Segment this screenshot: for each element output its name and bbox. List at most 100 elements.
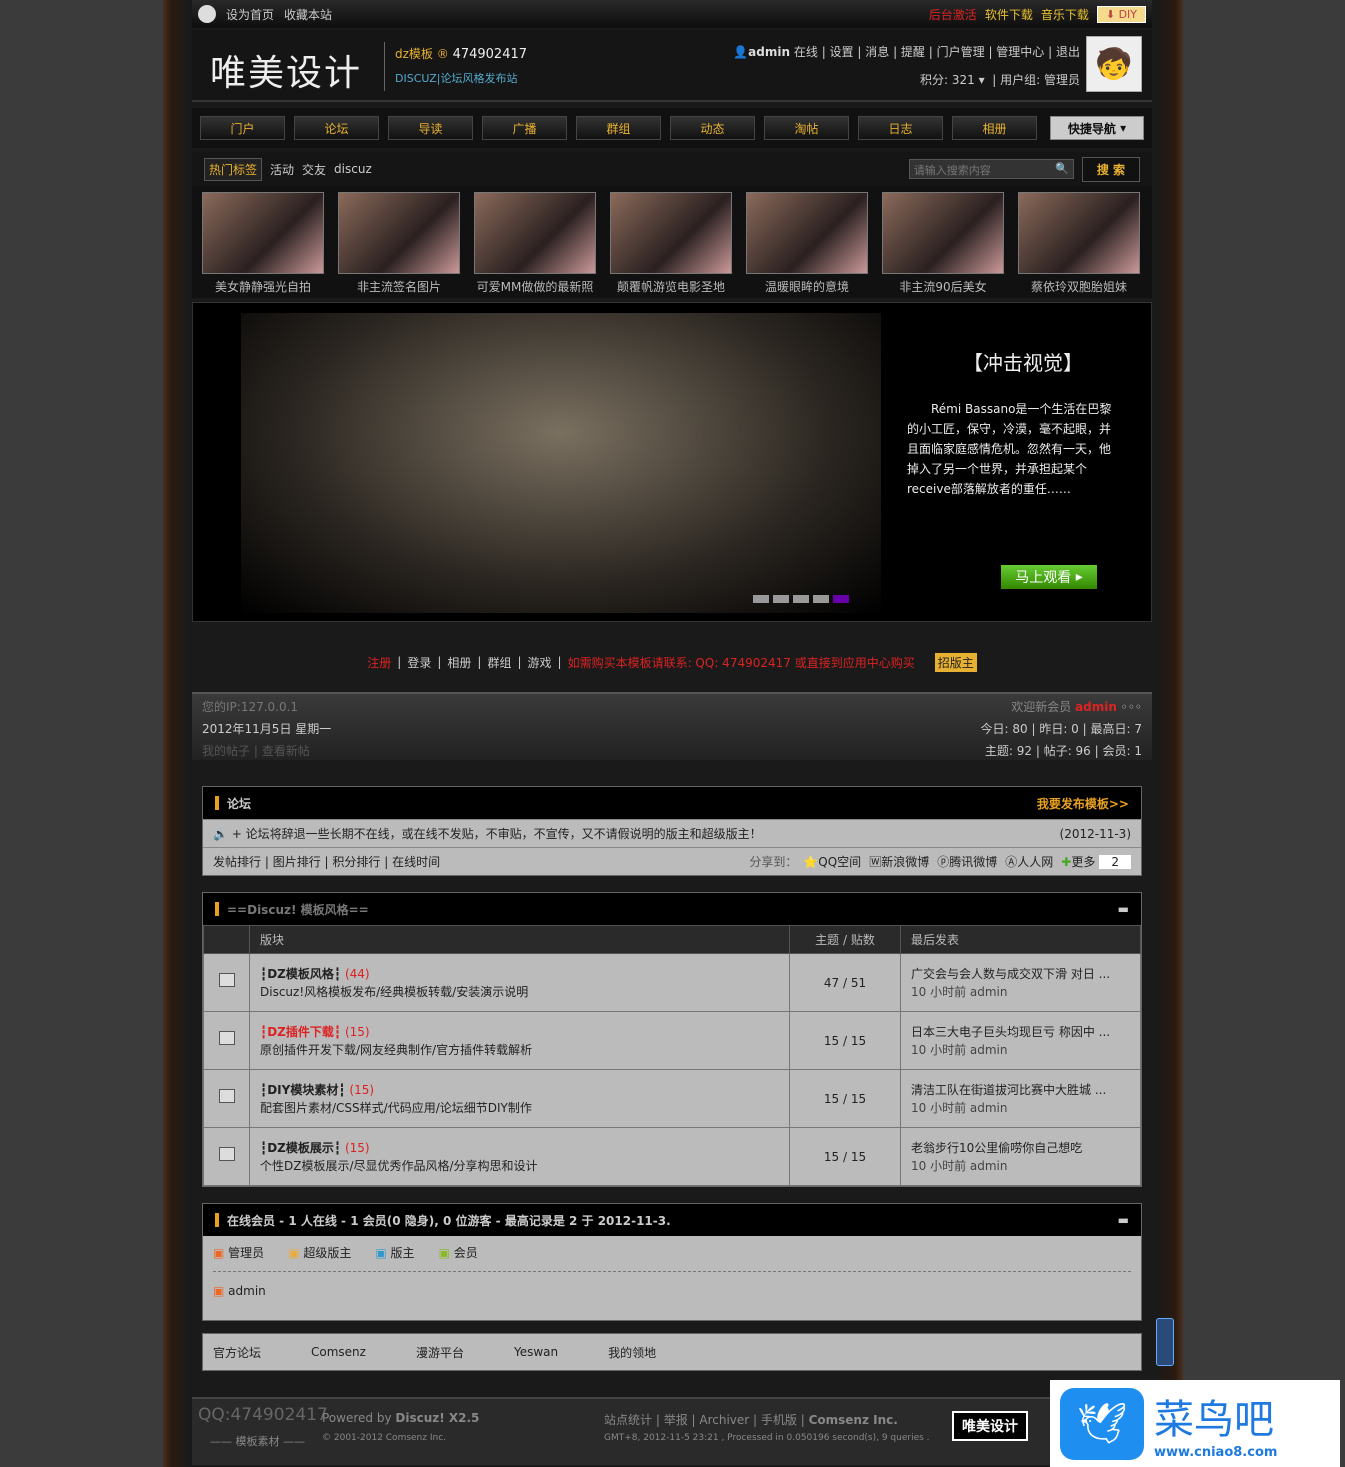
thumbnail-caption[interactable]: 可爱MM做做的最新照 (474, 278, 596, 295)
nav-forum[interactable]: 论坛 (294, 116, 379, 140)
thumbnail-item[interactable]: 可爱MM做做的最新照 (474, 192, 596, 295)
thumbnail-image[interactable] (1018, 192, 1140, 274)
thumbnail-image[interactable] (746, 192, 868, 274)
watch-now-button[interactable]: 马上观看 ▸ (1001, 565, 1097, 589)
nav-broadcast[interactable]: 广播 (482, 116, 567, 140)
publish-link[interactable]: 我要发布模板>> (1037, 795, 1129, 812)
footer-link[interactable]: 站点统计 (604, 1413, 652, 1427)
rank-link[interactable]: 发帖排行 (213, 853, 261, 870)
thumbnail-item[interactable]: 非主流签名图片 (338, 192, 460, 295)
nav-groups[interactable]: 群组 (576, 116, 661, 140)
new-member[interactable]: admin (1075, 700, 1117, 714)
username[interactable]: admin (748, 45, 790, 59)
top-link[interactable]: 音乐下载 (1041, 6, 1089, 23)
last-post[interactable]: 老翁步行10公里偷唠你自己想吃 (911, 1141, 1082, 1155)
nav-album[interactable]: 相册 (952, 116, 1037, 140)
register-link[interactable]: 注册 (367, 654, 391, 671)
banner-image[interactable] (241, 313, 881, 613)
friend-link[interactable]: 官方论坛 (213, 1344, 261, 1361)
thumbnail-image[interactable] (338, 192, 460, 274)
share-weibo[interactable]: 🅆新浪微博 (869, 853, 929, 870)
thumbnail-caption[interactable]: 美女静静强光自拍 (202, 278, 324, 295)
friend-link[interactable]: Comsenz (311, 1345, 366, 1359)
credits[interactable]: 积分: 321 (920, 73, 975, 87)
menu-logout[interactable]: 退出 (1056, 45, 1080, 59)
rank-link[interactable]: 在线时间 (392, 853, 440, 870)
online-user[interactable]: ▣ admin (213, 1284, 1131, 1298)
product-link[interactable]: Discuz! X2.5 (395, 1411, 479, 1425)
moderator-badge[interactable]: 招版主 (934, 652, 977, 672)
forum-name[interactable]: ┇DZ插件下载┇ (260, 1025, 341, 1039)
nav-guide[interactable]: 导读 (388, 116, 473, 140)
rank-link[interactable]: 积分排行 (332, 853, 380, 870)
last-post[interactable]: 日本三大电子巨头均现巨亏 称因中 ... (911, 1025, 1110, 1039)
collapse-icon[interactable]: ▬ (1118, 1213, 1129, 1227)
bookmark-link[interactable]: 收藏本站 (284, 6, 332, 23)
games-link[interactable]: 游戏 (528, 654, 552, 671)
nav-feed[interactable]: 动态 (670, 116, 755, 140)
slide-dot[interactable] (773, 595, 789, 603)
menu-portal[interactable]: 门户管理 (937, 45, 985, 59)
footer-link[interactable]: Comsenz Inc. (809, 1413, 898, 1427)
share-qzone[interactable]: ⭐QQ空间 (803, 853, 861, 870)
footer-link[interactable]: 举报 (664, 1413, 688, 1427)
nav-portal[interactable]: 门户 (200, 116, 285, 140)
logo[interactable]: 唯美设计 (210, 44, 362, 96)
footer-link[interactable]: Archiver (699, 1413, 749, 1427)
top-link[interactable]: 后台激活 (929, 6, 977, 23)
avatar[interactable]: 🧒 (1086, 36, 1142, 92)
tag-link[interactable]: discuz (334, 162, 372, 176)
thumbnail-item[interactable]: 蔡依玲双胞胎姐妹 (1018, 192, 1140, 295)
nav-collection[interactable]: 淘帖 (764, 116, 849, 140)
menu-admin[interactable]: 管理中心 (996, 45, 1044, 59)
forum-name[interactable]: ┇DZ模板展示┇ (260, 1141, 341, 1155)
share-tencent[interactable]: ⓟ腾讯微博 (937, 853, 997, 870)
share-more[interactable]: ✚更多 (1061, 853, 1095, 870)
search-button[interactable]: 搜 索 (1081, 156, 1140, 182)
quick-nav-button[interactable]: 快捷导航 ▾ (1050, 116, 1144, 140)
menu-messages[interactable]: 消息 (865, 45, 889, 59)
tag-link[interactable]: 活动 (270, 161, 294, 178)
forum-name[interactable]: ┇DIY模块素材┇ (260, 1083, 346, 1097)
login-link[interactable]: 登录 (407, 654, 431, 671)
thumbnail-item[interactable]: 非主流90后美女 (882, 192, 1004, 295)
diy-button[interactable]: ⬇ DIY (1096, 5, 1146, 23)
top-link[interactable]: 软件下载 (985, 6, 1033, 23)
nav-blog[interactable]: 日志 (858, 116, 943, 140)
album-link[interactable]: 相册 (447, 654, 471, 671)
forum-name[interactable]: ┇DZ模板风格┇ (260, 967, 341, 981)
groups-link[interactable]: 群组 (487, 654, 511, 671)
collapse-icon[interactable]: ▬ (1118, 902, 1129, 916)
rank-link[interactable]: 图片排行 (273, 853, 321, 870)
slide-dot[interactable] (753, 595, 769, 603)
tag-link[interactable]: 交友 (302, 161, 326, 178)
thumbnail-item[interactable]: 美女静静强光自拍 (202, 192, 324, 295)
menu-notices[interactable]: 提醒 (901, 45, 925, 59)
thumbnail-caption[interactable]: 非主流90后美女 (882, 278, 1004, 295)
last-post[interactable]: 清洁工队在街道拔河比赛中大胜城 ... (911, 1083, 1106, 1097)
friend-link[interactable]: 漫游平台 (416, 1344, 464, 1361)
thumbnail-item[interactable]: 颠覆帆游览电影圣地 (610, 192, 732, 295)
thumbnail-caption[interactable]: 颠覆帆游览电影圣地 (610, 278, 732, 295)
category-title[interactable]: ==Discuz! 模板风格== (227, 901, 369, 918)
menu-settings[interactable]: 设置 (830, 45, 854, 59)
friend-link[interactable]: Yeswan (514, 1345, 558, 1359)
thumbnail-image[interactable] (474, 192, 596, 274)
footer-link[interactable]: 手机版 (761, 1413, 797, 1427)
thumbnail-image[interactable] (610, 192, 732, 274)
thumbnail-caption[interactable]: 蔡依玲双胞胎姐妹 (1018, 278, 1140, 295)
thumbnail-caption[interactable]: 温暖眼眸的意境 (746, 278, 868, 295)
share-renren[interactable]: Ⓐ人人网 (1005, 853, 1053, 870)
search-input[interactable]: 请输入搜索内容 🔍 (908, 159, 1074, 179)
thumbnail-caption[interactable]: 非主流签名图片 (338, 278, 460, 295)
slide-dot[interactable] (793, 595, 809, 603)
thumbnail-item[interactable]: 温暖眼眸的意境 (746, 192, 868, 295)
announcement-text[interactable]: + 论坛将辞退一些长期不在线，或在线不发贴，不审贴，不宣传，又不请假说明的版主和… (232, 825, 762, 842)
set-home-link[interactable]: 设为首页 (226, 6, 274, 23)
slide-dot[interactable] (813, 595, 829, 603)
scroll-top-button[interactable] (1156, 1318, 1174, 1366)
last-post[interactable]: 广交会与会人数与成交双下滑 对日 ... (911, 967, 1110, 981)
thumbnail-image[interactable] (882, 192, 1004, 274)
new-posts-link[interactable]: 查看新帖 (262, 744, 310, 758)
my-posts-link[interactable]: 我的帖子 (202, 744, 250, 758)
